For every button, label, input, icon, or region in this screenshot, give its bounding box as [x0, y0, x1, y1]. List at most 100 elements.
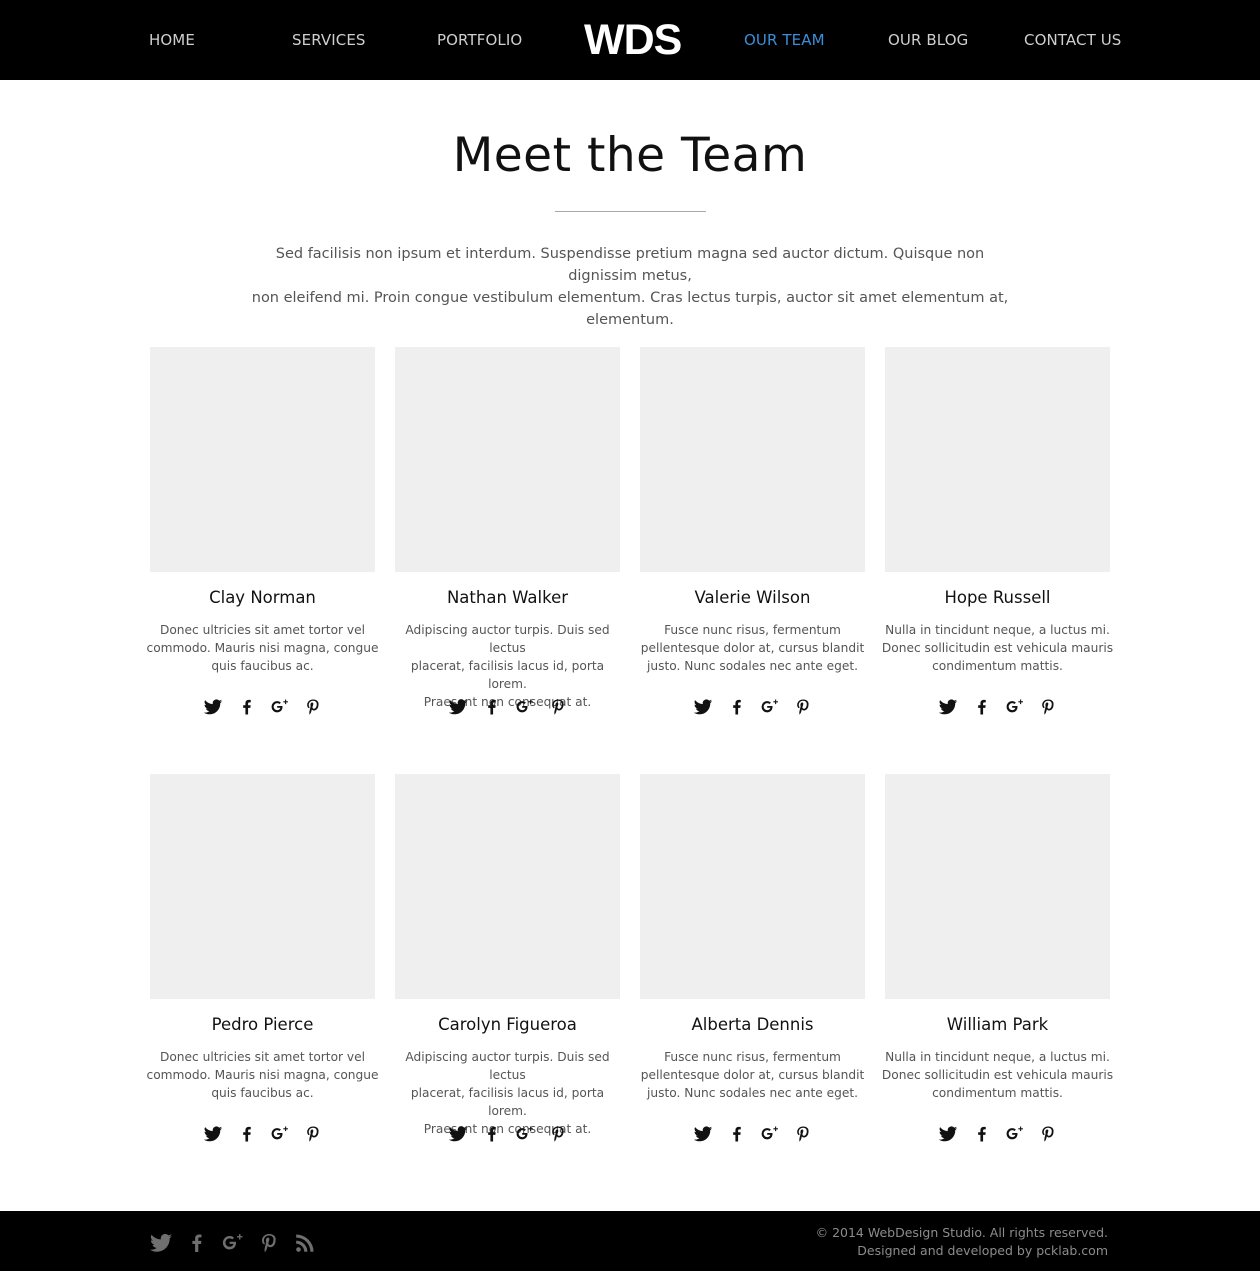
intro-line: non eleifend mi. Proin congue vestibulum… — [251, 290, 1009, 328]
member-bio-line: Fusce nunc risus, fermentum — [664, 1050, 841, 1064]
google-plus-icon[interactable] — [760, 1124, 780, 1144]
member-photo-placeholder — [885, 774, 1110, 999]
member-bio-line: Donec sollicitudin est vehicula mauris — [881, 641, 1114, 655]
member-social-links — [885, 697, 1110, 717]
pinterest-icon[interactable] — [548, 1124, 568, 1144]
pinterest-icon[interactable] — [793, 1124, 813, 1144]
member-bio-line: Nulla in tincidunt neque, a luctus mi. — [885, 623, 1110, 637]
member-social-links — [395, 697, 620, 717]
pinterest-icon[interactable] — [793, 697, 813, 717]
google-plus-icon[interactable] — [760, 697, 780, 717]
facebook-icon[interactable] — [237, 1124, 257, 1144]
nav-contact-us-link[interactable]: CONTACT US — [1024, 31, 1121, 49]
member-bio-line: justo. Nunc sodales nec ante eget. — [646, 1086, 858, 1100]
facebook-icon[interactable] — [237, 697, 257, 717]
site-logo[interactable]: WDS — [584, 16, 682, 64]
member-bio-line: quis faucibus ac. — [211, 659, 314, 673]
google-plus-icon[interactable] — [270, 697, 290, 717]
footer-google-plus-icon[interactable] — [221, 1231, 245, 1255]
pinterest-icon[interactable] — [303, 1124, 323, 1144]
twitter-icon[interactable] — [938, 697, 958, 717]
member-social-links — [150, 1124, 375, 1144]
member-bio: Donec ultricies sit amet tortor vel commo… — [145, 621, 380, 675]
member-photo-placeholder — [150, 347, 375, 572]
facebook-icon[interactable] — [972, 1124, 992, 1144]
member-social-links — [640, 1124, 865, 1144]
nav-our-blog-link[interactable]: OUR BLOG — [888, 31, 968, 49]
facebook-icon[interactable] — [972, 697, 992, 717]
footer-facebook-icon[interactable] — [185, 1231, 209, 1255]
twitter-icon[interactable] — [203, 697, 223, 717]
google-plus-icon[interactable] — [270, 1124, 290, 1144]
member-social-links — [640, 697, 865, 717]
footer: © 2014 WebDesign Studio. All rights rese… — [0, 1211, 1260, 1271]
member-social-links — [150, 697, 375, 717]
member-social-links — [395, 1124, 620, 1144]
google-plus-icon[interactable] — [1005, 1124, 1025, 1144]
member-bio: Fusce nunc risus, fermentum pellentesque … — [635, 621, 870, 675]
member-photo-placeholder — [395, 347, 620, 572]
twitter-icon[interactable] — [693, 697, 713, 717]
member-bio-line: Fusce nunc risus, fermentum — [664, 623, 841, 637]
member-social-links — [885, 1124, 1110, 1144]
member-bio: Nulla in tincidunt neque, a luctus mi. Do… — [880, 1048, 1115, 1102]
member-name: Carolyn Figueroa — [438, 1015, 577, 1034]
member-name: Clay Norman — [209, 588, 316, 607]
nav-home-link[interactable]: HOME — [149, 31, 195, 49]
member-bio-line: placerat, facilisis lacus id, porta lore… — [410, 659, 605, 691]
twitter-icon[interactable] — [203, 1124, 223, 1144]
member-bio: Donec ultricies sit amet tortor vel commo… — [145, 1048, 380, 1102]
google-plus-icon[interactable] — [515, 1124, 535, 1144]
twitter-icon[interactable] — [448, 1124, 468, 1144]
pinterest-icon[interactable] — [1038, 1124, 1058, 1144]
title-divider — [555, 211, 706, 212]
member-name: William Park — [946, 1015, 1049, 1034]
twitter-icon[interactable] — [938, 1124, 958, 1144]
member-bio: Fusce nunc risus, fermentum pellentesque … — [635, 1048, 870, 1102]
member-bio-line: Adipiscing auctor turpis. Duis sed lectu… — [405, 1050, 610, 1082]
member-photo-placeholder — [640, 774, 865, 999]
nav-portfolio-link[interactable]: PORTFOLIO — [437, 31, 522, 49]
footer-twitter-icon[interactable] — [149, 1231, 173, 1255]
member-name: Valerie Wilson — [694, 588, 811, 607]
member-name: Pedro Pierce — [211, 1015, 314, 1034]
facebook-icon[interactable] — [727, 1124, 747, 1144]
member-bio-line: justo. Nunc sodales nec ante eget. — [646, 659, 858, 673]
member-bio-line: Donec ultricies sit amet tortor vel — [159, 1050, 366, 1064]
member-bio-line: placerat, facilisis lacus id, porta lore… — [410, 1086, 605, 1118]
nav-our-team-link[interactable]: OUR TEAM — [744, 31, 825, 49]
member-bio-line: commodo. Mauris nisi magna, congue — [146, 641, 379, 655]
facebook-icon[interactable] — [727, 697, 747, 717]
member-name: Nathan Walker — [446, 588, 569, 607]
pinterest-icon[interactable] — [548, 697, 568, 717]
twitter-icon[interactable] — [693, 1124, 713, 1144]
member-photo-placeholder — [395, 774, 620, 999]
member-bio-line: Donec ultricies sit amet tortor vel — [159, 623, 366, 637]
top-navigation-bar: HOME SERVICES PORTFOLIO WDS OUR TEAM OUR… — [0, 0, 1260, 80]
footer-pinterest-icon[interactable] — [257, 1231, 281, 1255]
member-bio-line: commodo. Mauris nisi magna, congue — [146, 1068, 379, 1082]
member-bio-line: pellentesque dolor at, cursus blandit — [640, 1068, 865, 1082]
page-title: Meet the Team — [452, 128, 808, 183]
pinterest-icon[interactable] — [303, 697, 323, 717]
member-bio-line: quis faucibus ac. — [211, 1086, 314, 1100]
member-bio-line: Nulla in tincidunt neque, a luctus mi. — [885, 1050, 1110, 1064]
credits-text: Designed and developed by pcklab.com — [857, 1243, 1108, 1258]
member-bio-line: condimentum mattis. — [932, 659, 1063, 673]
member-name: Hope Russell — [944, 588, 1051, 607]
footer-rss-icon[interactable] — [293, 1231, 317, 1255]
google-plus-icon[interactable] — [1005, 697, 1025, 717]
nav-services-link[interactable]: SERVICES — [292, 31, 366, 49]
intro-line: Sed facilisis non ipsum et interdum. Sus… — [275, 246, 985, 284]
member-bio-line: pellentesque dolor at, cursus blandit — [640, 641, 865, 655]
pinterest-icon[interactable] — [1038, 697, 1058, 717]
facebook-icon[interactable] — [482, 1124, 502, 1144]
copyright-text: © 2014 WebDesign Studio. All rights rese… — [815, 1225, 1108, 1240]
google-plus-icon[interactable] — [515, 697, 535, 717]
member-photo-placeholder — [885, 347, 1110, 572]
member-photo-placeholder — [150, 774, 375, 999]
member-bio: Nulla in tincidunt neque, a luctus mi. Do… — [880, 621, 1115, 675]
facebook-icon[interactable] — [482, 697, 502, 717]
twitter-icon[interactable] — [448, 697, 468, 717]
member-bio-line: Donec sollicitudin est vehicula mauris — [881, 1068, 1114, 1082]
